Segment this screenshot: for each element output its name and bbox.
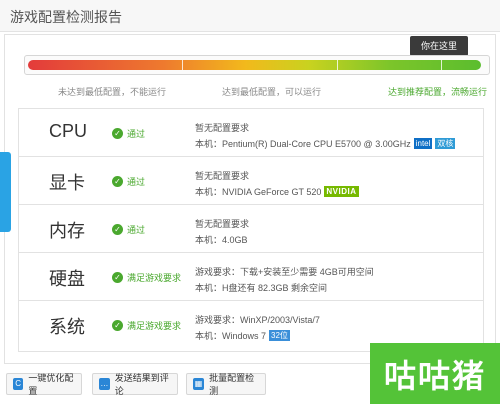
check-icon: ✓ xyxy=(112,176,123,187)
scale-label-below-minimum: 未达到最低配置，不能运行 xyxy=(58,87,167,97)
table-row: 硬盘 ✓ 满足游戏要求 游戏要求：下载+安装至少需要 4GB可用空间 本机：H盘还… xyxy=(19,253,483,301)
performance-meter-fill xyxy=(28,60,481,70)
dual-core-badge: 双核 xyxy=(435,138,456,149)
32bit-badge: 32位 xyxy=(269,330,290,341)
scale-label-minimum: 达到最低配置，可以运行 xyxy=(222,87,322,97)
table-row: CPU ✓ 通过 暂无配置要求 本机：Pentium(R) Dual-Core C… xyxy=(19,109,483,157)
table-row: 内存 ✓ 通过 暂无配置要求 本机：4.0GB xyxy=(19,205,483,253)
requirement-text: 游戏要求：下载+安装至少需要 4GB可用空间 xyxy=(195,267,374,277)
meter-tick xyxy=(182,60,183,70)
requirement-text: 游戏要求：WinXP/2003/Vista/7 xyxy=(195,315,320,325)
meter-tick xyxy=(441,60,442,70)
intel-badge: intel xyxy=(413,138,433,149)
optimize-icon: C xyxy=(13,378,24,390)
local-spec: 本机：4.0GB xyxy=(195,235,248,245)
requirement-text: 暂无配置要求 xyxy=(195,219,250,229)
grid-icon: ▦ xyxy=(193,378,205,390)
side-feedback-tab[interactable] xyxy=(0,152,11,232)
page-title: 游戏配置检测报告 xyxy=(10,9,122,25)
watermark-logo: 咕咕猪 xyxy=(370,343,500,404)
scale-label-recommended: 达到推荐配置，流畅运行 xyxy=(388,87,488,97)
local-spec: 本机：Windows 7 32位 xyxy=(195,330,290,341)
title-bar: 游戏配置检测报告 xyxy=(0,0,500,32)
table-row: 显卡 ✓ 通过 暂无配置要求 本机：NVIDIA GeForce GT 520 NV… xyxy=(19,157,483,205)
local-spec: 本机：H盘还有 82.3GB 剩余空间 xyxy=(195,283,328,293)
row-name: 硬盘 xyxy=(49,269,85,289)
status-pass: ✓ 通过 xyxy=(112,175,145,188)
check-icon: ✓ xyxy=(112,224,123,235)
check-icon: ✓ xyxy=(112,320,123,331)
nvidia-badge: NVIDIA xyxy=(324,186,359,197)
status-pass: ✓ 满足游戏要求 xyxy=(112,271,181,284)
check-icon: ✓ xyxy=(112,272,123,283)
optimize-button[interactable]: C 一键优化配置 xyxy=(6,373,82,396)
meter-tick xyxy=(337,60,338,70)
hardware-table: CPU ✓ 通过 暂无配置要求 本机：Pentium(R) Dual-Core C… xyxy=(18,108,484,352)
check-icon: ✓ xyxy=(112,128,123,139)
local-spec: 本机：Pentium(R) Dual-Core CPU E5700 @ 3.00… xyxy=(195,138,456,149)
send-to-comments-button[interactable]: … 发送结果到评论 xyxy=(92,373,178,396)
row-name: 显卡 xyxy=(49,173,85,193)
requirement-text: 暂无配置要求 xyxy=(195,123,250,133)
batch-detect-button[interactable]: ▦ 批量配置检测 xyxy=(186,373,266,396)
row-name: 内存 xyxy=(49,221,85,241)
table-row: 系统 ✓ 满足游戏要求 游戏要求：WinXP/2003/Vista/7 本机：Wi… xyxy=(19,301,483,349)
position-tooltip: 你在这里 xyxy=(410,36,468,61)
requirement-text: 暂无配置要求 xyxy=(195,171,250,181)
comment-icon: … xyxy=(99,378,110,390)
status-pass: ✓ 通过 xyxy=(112,127,145,140)
performance-meter xyxy=(24,55,490,75)
local-spec: 本机：NVIDIA GeForce GT 520 NVIDIA xyxy=(195,186,359,197)
status-pass: ✓ 通过 xyxy=(112,223,145,236)
row-name: CPU xyxy=(49,121,88,141)
status-pass: ✓ 满足游戏要求 xyxy=(112,319,181,332)
row-name: 系统 xyxy=(49,317,85,337)
